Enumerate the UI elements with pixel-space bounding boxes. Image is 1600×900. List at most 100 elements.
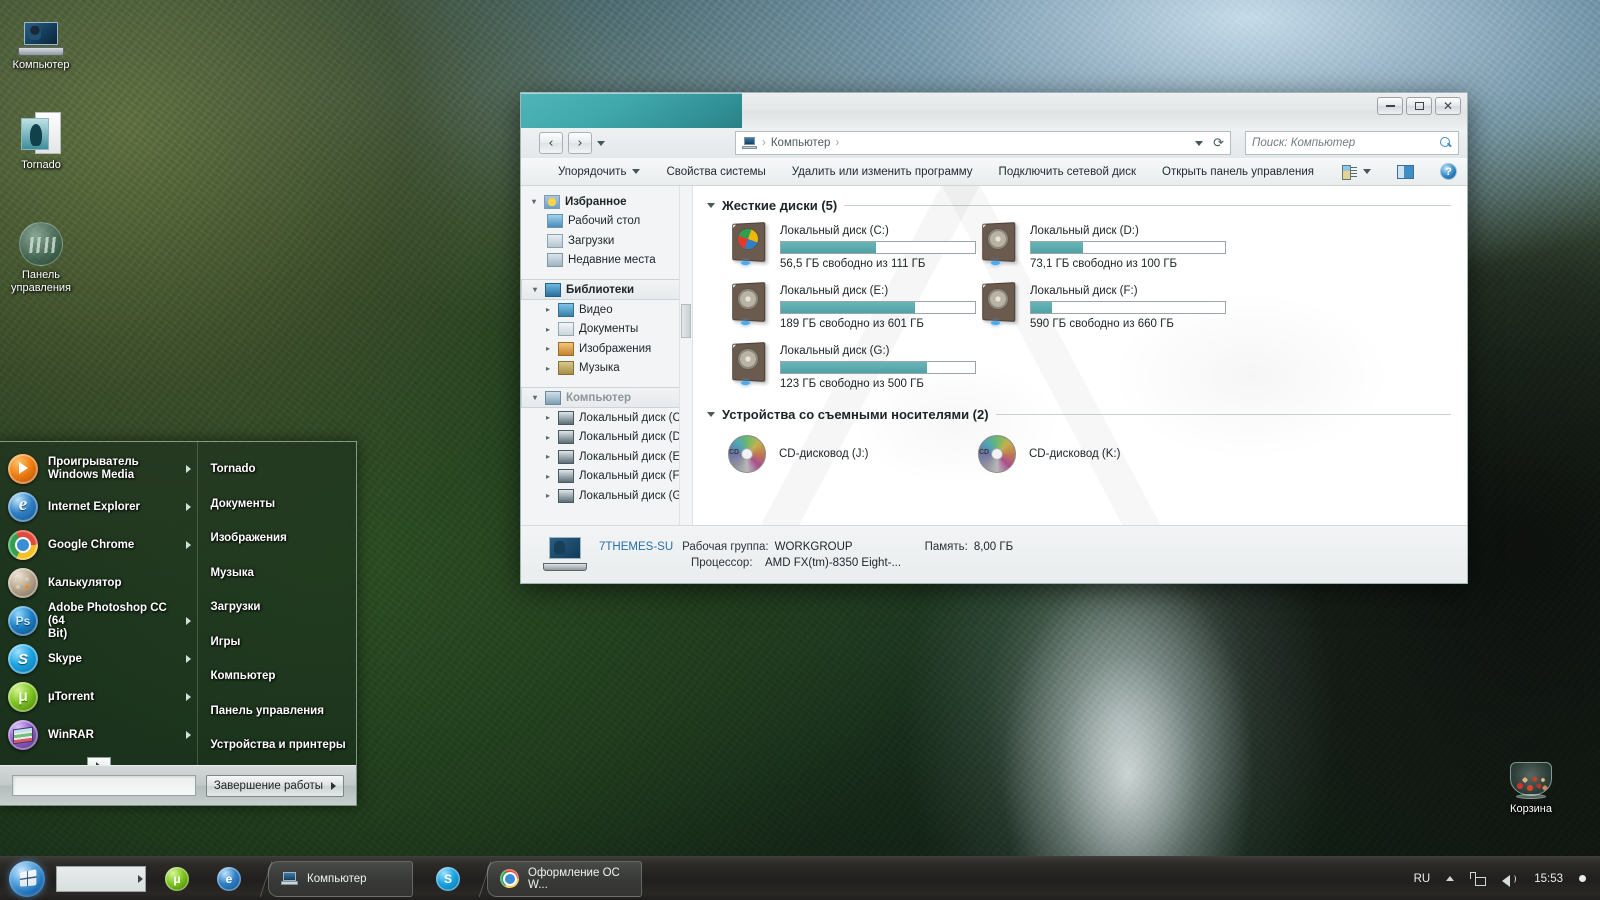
window-title-bar[interactable]: ✕ bbox=[521, 93, 1467, 146]
twisty-icon[interactable]: ▸ bbox=[543, 364, 553, 373]
start-place-games[interactable]: Игры bbox=[198, 625, 356, 660]
nav-item-video[interactable]: ▸ Видео bbox=[521, 300, 692, 320]
refresh-icon[interactable]: ⟳ bbox=[1213, 135, 1224, 151]
taskbar-pinned-skype[interactable]: S bbox=[431, 862, 465, 896]
nav-item-pictures[interactable]: ▸ Изображения bbox=[521, 339, 692, 359]
submenu-arrow-icon[interactable] bbox=[186, 693, 192, 701]
start-item-skype[interactable]: Skype bbox=[0, 640, 197, 678]
nav-item-downloads[interactable]: Загрузки bbox=[521, 231, 692, 251]
change-view-button[interactable] bbox=[1329, 161, 1384, 183]
twisty-icon[interactable]: ▸ bbox=[543, 472, 553, 481]
computer-name[interactable]: 7THEMES-SU bbox=[599, 541, 673, 553]
start-item-winrar[interactable]: WinRAR bbox=[0, 716, 197, 754]
nav-item-computer[interactable]: ▾ Компьютер bbox=[521, 387, 686, 408]
shutdown-options-arrow-icon[interactable] bbox=[331, 781, 336, 790]
nav-item-favorites[interactable]: ▾ Избранное bbox=[521, 192, 692, 212]
start-button[interactable] bbox=[2, 859, 52, 899]
submenu-arrow-icon[interactable] bbox=[186, 731, 192, 739]
start-menu[interactable]: Проигрыватель Windows Media Internet Exp… bbox=[0, 441, 357, 806]
start-place-computer[interactable]: Компьютер bbox=[198, 659, 356, 694]
desktop-icon-tornado[interactable]: Tornado bbox=[4, 108, 78, 172]
breadcrumb-dropdown-icon[interactable] bbox=[1195, 140, 1204, 146]
drive-tile[interactable]: Локальный диск (C:) 56,5 ГБ свободно из … bbox=[725, 221, 976, 276]
back-button[interactable]: ‹ bbox=[539, 132, 563, 154]
start-search-input[interactable] bbox=[12, 775, 196, 796]
drive-tile[interactable]: Локальный диск (E:) 189 ГБ свободно из 6… bbox=[725, 281, 976, 336]
submenu-arrow-icon[interactable] bbox=[186, 465, 192, 473]
desktop-icon-computer[interactable]: Компьютер bbox=[4, 8, 78, 72]
group-header-hard-disks[interactable]: Жесткие диски (5) bbox=[707, 198, 1467, 213]
taskbar-window-computer[interactable]: Компьютер bbox=[260, 860, 413, 897]
twisty-icon[interactable]: ▾ bbox=[530, 285, 540, 294]
search-input[interactable]: Поиск: Компьютер bbox=[1245, 131, 1459, 155]
twisty-icon[interactable]: ▸ bbox=[543, 433, 553, 442]
drive-tile[interactable]: Локальный диск (G:) 123 ГБ свободно из 5… bbox=[725, 341, 976, 396]
scrollbar-thumb[interactable] bbox=[681, 304, 691, 338]
twisty-icon[interactable]: ▾ bbox=[529, 197, 539, 206]
start-item-adobe-photoshop[interactable]: Adobe Photoshop CC (64 Bit) bbox=[0, 602, 197, 640]
twisty-icon[interactable]: ▸ bbox=[543, 344, 553, 353]
nav-item-recent-places[interactable]: Недавние места bbox=[521, 251, 692, 271]
twisty-icon[interactable]: ▸ bbox=[543, 305, 553, 314]
volume-button[interactable] bbox=[1494, 857, 1526, 900]
desktop-icon-control-panel[interactable]: Панель управления bbox=[4, 218, 78, 295]
show-hidden-icons-button[interactable] bbox=[1438, 857, 1462, 900]
device-tile[interactable]: CD CD-дисковод (J:) bbox=[725, 430, 975, 478]
nav-pane-scrollbar[interactable] bbox=[679, 186, 692, 525]
device-tile[interactable]: CD CD-дисковод (K:) bbox=[975, 430, 1225, 478]
twisty-icon[interactable] bbox=[707, 412, 715, 417]
start-item-internet-explorer[interactable]: Internet Explorer bbox=[0, 488, 197, 526]
twisty-icon[interactable]: ▾ bbox=[530, 393, 540, 402]
forward-button[interactable]: › bbox=[568, 132, 592, 154]
explorer-window[interactable]: ✕ ‹ › › Компьютер › ⟳ Поиск: Компьютер У… bbox=[520, 92, 1468, 584]
taskbar-pinned-utorrent[interactable]: μ bbox=[160, 862, 194, 896]
taskbar-window-chrome[interactable]: Оформление ОС W... bbox=[479, 860, 642, 897]
twisty-icon[interactable] bbox=[707, 203, 715, 208]
close-button[interactable]: ✕ bbox=[1435, 97, 1461, 115]
submenu-arrow-icon[interactable] bbox=[186, 541, 192, 549]
breadcrumb-separator[interactable]: › bbox=[835, 137, 839, 149]
submenu-arrow-icon[interactable] bbox=[186, 655, 192, 663]
start-place-downloads[interactable]: Загрузки bbox=[198, 590, 356, 625]
show-desktop-button[interactable] bbox=[1571, 857, 1594, 900]
maximize-button[interactable] bbox=[1406, 97, 1432, 115]
shutdown-button[interactable]: Завершение работы bbox=[205, 774, 344, 797]
nav-item-music[interactable]: ▸ Музыка bbox=[521, 359, 692, 379]
nav-item-disk-g[interactable]: ▸ Локальный диск (G:) bbox=[521, 486, 692, 506]
nav-item-disk-e[interactable]: ▸ Локальный диск (E:) bbox=[521, 447, 692, 467]
clock[interactable]: 15:53 bbox=[1526, 857, 1571, 900]
breadcrumb-item-computer[interactable]: Компьютер bbox=[771, 137, 831, 149]
nav-item-disk-c[interactable]: ▸ Локальный диск (C:) bbox=[521, 408, 692, 428]
open-control-panel-button[interactable]: Открыть панель управления bbox=[1149, 161, 1327, 183]
nav-item-disk-f[interactable]: ▸ Локальный диск (F:) bbox=[521, 467, 692, 487]
submenu-arrow-icon[interactable] bbox=[186, 617, 192, 625]
system-properties-button[interactable]: Свойства системы bbox=[653, 161, 778, 183]
navigation-pane[interactable]: ▾ Избранное Рабочий стол Загрузки Недавн… bbox=[521, 186, 693, 525]
twisty-icon[interactable]: ▸ bbox=[543, 452, 553, 461]
quick-launch-arrow-icon[interactable] bbox=[138, 874, 143, 883]
network-button[interactable] bbox=[1462, 857, 1494, 900]
preview-pane-button[interactable] bbox=[1384, 161, 1427, 183]
nav-item-documents[interactable]: ▸ Документы bbox=[521, 320, 692, 340]
nav-item-desktop[interactable]: Рабочий стол bbox=[521, 212, 692, 232]
taskbar-pinned-internet-explorer[interactable]: e bbox=[212, 862, 246, 896]
drive-tile[interactable]: Локальный диск (D:) 73,1 ГБ свободно из … bbox=[975, 221, 1226, 276]
start-place-pictures[interactable]: Изображения bbox=[198, 521, 356, 556]
help-button[interactable]: ? bbox=[1427, 161, 1467, 183]
start-item-google-chrome[interactable]: Google Chrome bbox=[0, 526, 197, 564]
nav-item-libraries[interactable]: ▾ Библиотеки bbox=[521, 279, 686, 300]
submenu-arrow-icon[interactable] bbox=[186, 503, 192, 511]
twisty-icon[interactable]: ▸ bbox=[543, 491, 553, 500]
drive-tile[interactable]: Локальный диск (F:) 590 ГБ свободно из 6… bbox=[975, 281, 1226, 336]
map-network-drive-button[interactable]: Подключить сетевой диск bbox=[986, 161, 1149, 183]
group-header-removable-devices[interactable]: Устройства со съемными носителями (2) bbox=[707, 407, 1467, 422]
content-pane[interactable]: Жесткие диски (5) Локальный диск (C:) 56… bbox=[693, 186, 1467, 525]
language-indicator[interactable]: RU bbox=[1406, 857, 1439, 900]
minimize-button[interactable] bbox=[1377, 97, 1403, 115]
start-place-documents[interactable]: Документы bbox=[198, 487, 356, 522]
twisty-icon[interactable]: ▸ bbox=[543, 413, 553, 422]
chevron-down-icon[interactable] bbox=[597, 140, 605, 146]
start-place-user-folder[interactable]: Tornado bbox=[198, 452, 356, 487]
quick-launch-bar[interactable] bbox=[56, 865, 146, 892]
start-item-calculator[interactable]: Калькулятор bbox=[0, 564, 197, 602]
